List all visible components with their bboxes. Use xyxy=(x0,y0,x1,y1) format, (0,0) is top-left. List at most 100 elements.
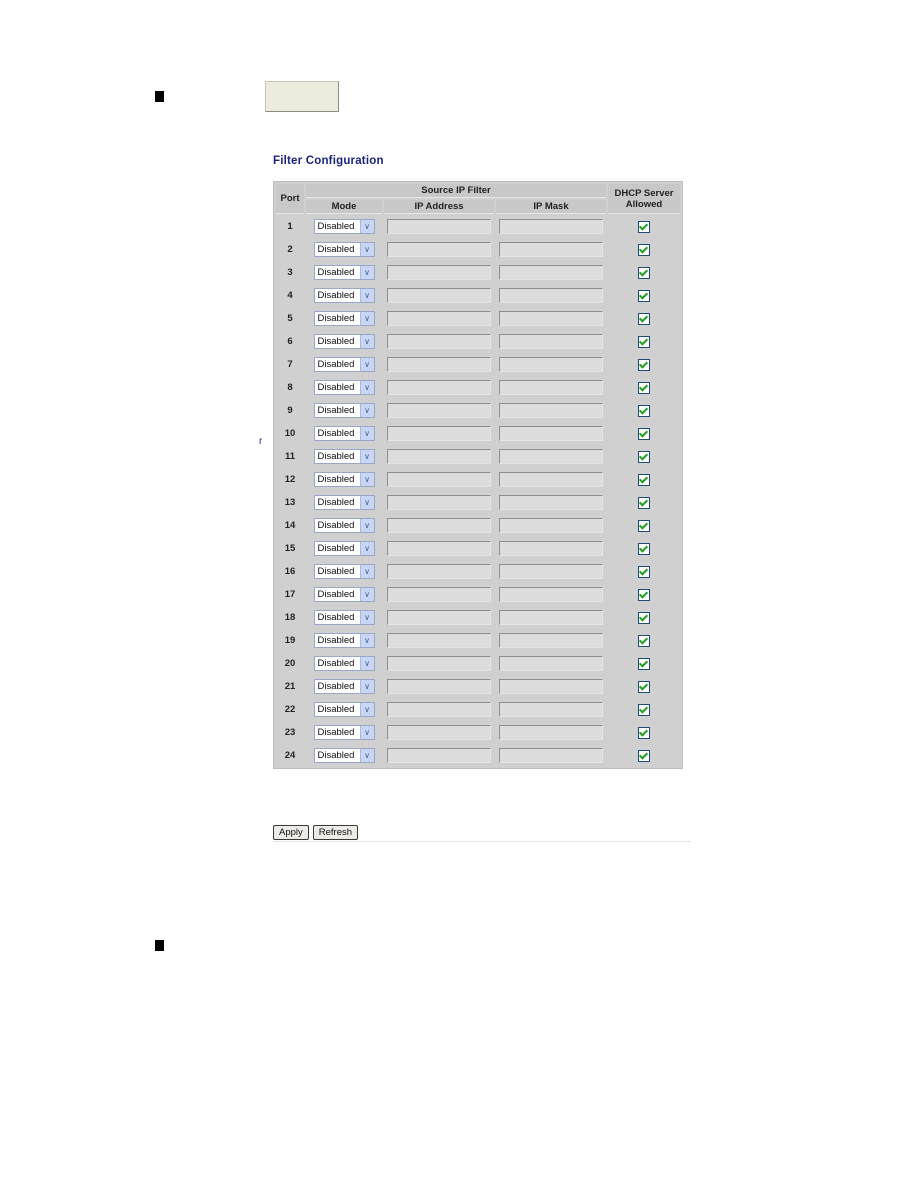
chevron-down-icon[interactable]: ∨ xyxy=(359,680,374,693)
ip-address-input[interactable] xyxy=(387,587,491,602)
chevron-down-icon[interactable]: ∨ xyxy=(359,726,374,739)
ip-address-input[interactable] xyxy=(387,265,491,280)
checkbox-checked-icon[interactable] xyxy=(638,473,650,486)
ip-mask-input[interactable] xyxy=(499,219,603,234)
mode-select[interactable]: Disabled ∨ xyxy=(313,311,375,326)
checkbox-checked-icon[interactable] xyxy=(638,703,650,716)
checkbox-checked-icon[interactable] xyxy=(638,358,650,371)
mode-select[interactable]: Disabled ∨ xyxy=(313,656,375,671)
checkbox-checked-icon[interactable] xyxy=(638,680,650,693)
chevron-down-icon[interactable]: ∨ xyxy=(359,611,374,624)
checkbox-checked-icon[interactable] xyxy=(638,220,650,233)
mode-select[interactable]: Disabled ∨ xyxy=(313,334,375,349)
mode-select[interactable]: Disabled ∨ xyxy=(313,472,375,487)
ip-mask-input[interactable] xyxy=(499,610,603,625)
checkbox-checked-icon[interactable] xyxy=(638,496,650,509)
chevron-down-icon[interactable]: ∨ xyxy=(359,312,374,325)
checkbox-checked-icon[interactable] xyxy=(638,404,650,417)
ip-mask-input[interactable] xyxy=(499,679,603,694)
ip-address-input[interactable] xyxy=(387,403,491,418)
ip-address-input[interactable] xyxy=(387,380,491,395)
ip-mask-input[interactable] xyxy=(499,633,603,648)
ip-address-input[interactable] xyxy=(387,748,491,763)
ip-mask-input[interactable] xyxy=(499,357,603,372)
ip-mask-input[interactable] xyxy=(499,472,603,487)
mode-select[interactable]: Disabled ∨ xyxy=(313,265,375,280)
ip-mask-input[interactable] xyxy=(499,288,603,303)
checkbox-checked-icon[interactable] xyxy=(638,726,650,739)
mode-select[interactable]: Disabled ∨ xyxy=(313,242,375,257)
blank-button[interactable] xyxy=(265,81,339,112)
ip-address-input[interactable] xyxy=(387,357,491,372)
ip-mask-input[interactable] xyxy=(499,564,603,579)
checkbox-checked-icon[interactable] xyxy=(638,565,650,578)
ip-address-input[interactable] xyxy=(387,564,491,579)
ip-mask-input[interactable] xyxy=(499,242,603,257)
ip-address-input[interactable] xyxy=(387,702,491,717)
chevron-down-icon[interactable]: ∨ xyxy=(359,381,374,394)
checkbox-checked-icon[interactable] xyxy=(638,519,650,532)
chevron-down-icon[interactable]: ∨ xyxy=(359,565,374,578)
chevron-down-icon[interactable]: ∨ xyxy=(359,427,374,440)
ip-mask-input[interactable] xyxy=(499,587,603,602)
mode-select[interactable]: Disabled ∨ xyxy=(313,449,375,464)
mode-select[interactable]: Disabled ∨ xyxy=(313,633,375,648)
ip-address-input[interactable] xyxy=(387,679,491,694)
ip-address-input[interactable] xyxy=(387,518,491,533)
chevron-down-icon[interactable]: ∨ xyxy=(359,519,374,532)
ip-mask-input[interactable] xyxy=(499,311,603,326)
ip-address-input[interactable] xyxy=(387,656,491,671)
ip-address-input[interactable] xyxy=(387,426,491,441)
ip-mask-input[interactable] xyxy=(499,702,603,717)
ip-mask-input[interactable] xyxy=(499,748,603,763)
ip-mask-input[interactable] xyxy=(499,265,603,280)
checkbox-checked-icon[interactable] xyxy=(638,243,650,256)
chevron-down-icon[interactable]: ∨ xyxy=(359,703,374,716)
mode-select[interactable]: Disabled ∨ xyxy=(313,495,375,510)
mode-select[interactable]: Disabled ∨ xyxy=(313,564,375,579)
ip-address-input[interactable] xyxy=(387,541,491,556)
checkbox-checked-icon[interactable] xyxy=(638,749,650,762)
chevron-down-icon[interactable]: ∨ xyxy=(359,588,374,601)
mode-select[interactable]: Disabled ∨ xyxy=(313,518,375,533)
ip-mask-input[interactable] xyxy=(499,334,603,349)
ip-address-input[interactable] xyxy=(387,242,491,257)
chevron-down-icon[interactable]: ∨ xyxy=(359,496,374,509)
mode-select[interactable]: Disabled ∨ xyxy=(313,219,375,234)
ip-address-input[interactable] xyxy=(387,311,491,326)
ip-mask-input[interactable] xyxy=(499,403,603,418)
ip-mask-input[interactable] xyxy=(499,541,603,556)
chevron-down-icon[interactable]: ∨ xyxy=(359,289,374,302)
chevron-down-icon[interactable]: ∨ xyxy=(359,657,374,670)
apply-button[interactable]: Apply xyxy=(273,825,309,840)
mode-select[interactable]: Disabled ∨ xyxy=(313,380,375,395)
checkbox-checked-icon[interactable] xyxy=(638,312,650,325)
chevron-down-icon[interactable]: ∨ xyxy=(359,450,374,463)
chevron-down-icon[interactable]: ∨ xyxy=(359,243,374,256)
ip-address-input[interactable] xyxy=(387,334,491,349)
ip-mask-input[interactable] xyxy=(499,656,603,671)
mode-select[interactable]: Disabled ∨ xyxy=(313,702,375,717)
mode-select[interactable]: Disabled ∨ xyxy=(313,357,375,372)
checkbox-checked-icon[interactable] xyxy=(638,266,650,279)
checkbox-checked-icon[interactable] xyxy=(638,588,650,601)
chevron-down-icon[interactable]: ∨ xyxy=(359,542,374,555)
ip-address-input[interactable] xyxy=(387,449,491,464)
checkbox-checked-icon[interactable] xyxy=(638,542,650,555)
checkbox-checked-icon[interactable] xyxy=(638,335,650,348)
chevron-down-icon[interactable]: ∨ xyxy=(359,749,374,762)
ip-address-input[interactable] xyxy=(387,633,491,648)
chevron-down-icon[interactable]: ∨ xyxy=(359,335,374,348)
checkbox-checked-icon[interactable] xyxy=(638,289,650,302)
checkbox-checked-icon[interactable] xyxy=(638,450,650,463)
ip-address-input[interactable] xyxy=(387,288,491,303)
ip-address-input[interactable] xyxy=(387,472,491,487)
checkbox-checked-icon[interactable] xyxy=(638,611,650,624)
mode-select[interactable]: Disabled ∨ xyxy=(313,403,375,418)
mode-select[interactable]: Disabled ∨ xyxy=(313,288,375,303)
ip-mask-input[interactable] xyxy=(499,426,603,441)
ip-address-input[interactable] xyxy=(387,725,491,740)
mode-select[interactable]: Disabled ∨ xyxy=(313,748,375,763)
mode-select[interactable]: Disabled ∨ xyxy=(313,610,375,625)
ip-address-input[interactable] xyxy=(387,495,491,510)
